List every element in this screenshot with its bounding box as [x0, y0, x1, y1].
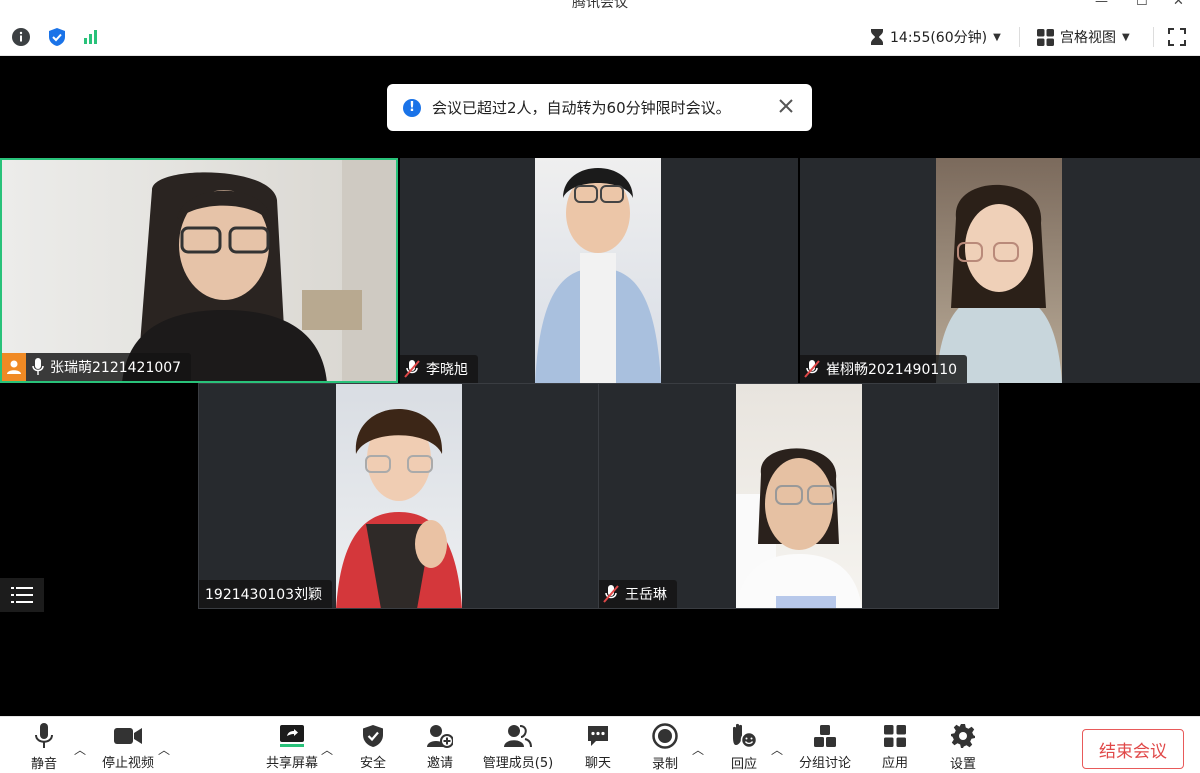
- top-toolbar: 14:55(60分钟) ▼ 宫格视图 ▼: [0, 18, 1200, 56]
- participant-nametag: 1921430103刘颖: [199, 580, 333, 608]
- microphone-icon: [35, 723, 53, 748]
- participant-nametag: 王岳琳: [599, 580, 677, 608]
- participant-name: 1921430103刘颖: [205, 587, 323, 603]
- person-silhouette: [936, 184, 1062, 383]
- network-signal-icon[interactable]: [80, 26, 102, 48]
- person-silhouette: [336, 409, 462, 608]
- mute-label: 静音: [30, 757, 57, 772]
- window-title: 腾讯会议: [572, 0, 628, 11]
- view-mode-dropdown[interactable]: 宫格视图 ▼: [1037, 27, 1130, 47]
- participant-video: [2, 160, 396, 381]
- chevron-down-icon: ▼: [1122, 31, 1130, 43]
- apps-label: 应用: [881, 756, 908, 771]
- stop-video-label: 停止视频: [101, 756, 154, 771]
- chat-button[interactable]: 聊天: [560, 723, 636, 771]
- participant-nametag: 李晓旭: [400, 355, 478, 383]
- settings-button[interactable]: 设置: [925, 723, 1001, 772]
- participant-list-toggle[interactable]: [0, 578, 44, 612]
- gear-icon: [951, 724, 975, 748]
- window-titlebar: 腾讯会议 — ☐ ✕: [0, 0, 1200, 18]
- record-icon: [652, 723, 678, 749]
- muted-microphone-icon: [603, 585, 619, 603]
- stop-video-button[interactable]: 停止视频: [90, 723, 166, 771]
- chat-bubble-icon: [588, 725, 608, 746]
- video-tile-wang[interactable]: 王岳琳: [598, 383, 999, 609]
- apps-button[interactable]: 应用: [857, 723, 933, 771]
- participant-name: 崔栩畅2021490110: [826, 362, 958, 378]
- end-meeting-button[interactable]: 结束会议: [1082, 729, 1184, 769]
- participant-name: 李晓旭: [426, 362, 468, 378]
- timer-text: 14:55(60分钟): [890, 30, 988, 46]
- info-icon[interactable]: [10, 26, 32, 48]
- settings-label: 设置: [949, 757, 976, 772]
- alert-icon: !: [403, 98, 421, 117]
- notice-text: 会议已超过2人，自动转为60分钟限时会议。: [432, 99, 731, 117]
- fullscreen-icon[interactable]: [1166, 26, 1188, 48]
- breakout-rooms-button[interactable]: 分组讨论: [787, 723, 863, 771]
- security-shield-icon[interactable]: [46, 26, 68, 48]
- audio-options-arrow-icon[interactable]: ︿: [74, 741, 86, 758]
- react-options-arrow-icon[interactable]: ︿: [771, 741, 783, 758]
- minimize-icon[interactable]: —: [1095, 0, 1108, 9]
- person-silhouette: [535, 168, 661, 383]
- grid-view-icon: [1037, 28, 1054, 46]
- list-icon: [11, 587, 33, 603]
- raise-hand-emoji-icon: [733, 723, 758, 749]
- person-silhouette: [122, 160, 396, 381]
- close-notice-icon[interactable]: [774, 94, 798, 118]
- muted-microphone-icon: [804, 360, 820, 378]
- participant-nametag: 张瑞萌2121421007: [2, 353, 192, 381]
- chevron-down-icon: ▼: [993, 31, 1001, 43]
- video-tile-liu[interactable]: 1921430103刘颖: [198, 383, 599, 609]
- host-badge-icon: [2, 353, 26, 381]
- divider: [1153, 27, 1154, 47]
- manage-members-button[interactable]: 管理成员(5): [473, 723, 563, 771]
- hourglass-icon: [871, 29, 883, 45]
- share-screen-icon: [280, 724, 304, 747]
- shield-icon: [363, 724, 383, 747]
- breakout-rooms-label: 分组讨论: [798, 756, 851, 771]
- close-window-icon[interactable]: ✕: [1173, 0, 1184, 9]
- video-tile-cui[interactable]: 崔栩畅2021490110: [800, 158, 1200, 383]
- participant-video: [336, 384, 462, 608]
- participant-name: 张瑞萌2121421007: [50, 360, 182, 376]
- chat-label: 聊天: [584, 756, 611, 771]
- bottom-toolbar: 静音 ︿ 停止视频 ︿ 共享屏幕 ︿ 安全 邀请 管理成员(5) 聊天 录制 ︿…: [0, 716, 1200, 773]
- maximize-icon[interactable]: ☐: [1136, 0, 1148, 9]
- security-label: 安全: [359, 756, 386, 771]
- participant-name: 王岳琳: [625, 587, 667, 603]
- meeting-limit-notice: ! 会议已超过2人，自动转为60分钟限时会议。: [387, 84, 812, 131]
- record-label: 录制: [651, 757, 678, 772]
- participant-video: [535, 158, 661, 383]
- mute-button[interactable]: 静音: [6, 723, 82, 772]
- video-tile-zhang[interactable]: 张瑞萌2121421007: [0, 158, 398, 383]
- video-options-arrow-icon[interactable]: ︿: [158, 741, 170, 758]
- meeting-timer[interactable]: 14:55(60分钟) ▼: [870, 27, 1001, 47]
- participant-nametag: 崔栩畅2021490110: [800, 355, 968, 383]
- participant-video: [736, 384, 862, 608]
- divider: [1019, 27, 1020, 47]
- video-camera-icon: [114, 727, 142, 744]
- muted-microphone-icon: [404, 360, 420, 378]
- security-button[interactable]: 安全: [335, 723, 411, 771]
- apps-grid-icon: [884, 724, 906, 747]
- participant-video: [936, 158, 1062, 383]
- share-options-arrow-icon[interactable]: ︿: [321, 741, 333, 758]
- share-screen-label: 共享屏幕: [265, 756, 318, 771]
- members-icon: [504, 724, 532, 747]
- invite-button[interactable]: 邀请: [402, 723, 478, 771]
- breakout-rooms-icon: [814, 724, 836, 747]
- react-label: 回应: [730, 757, 757, 772]
- record-options-arrow-icon[interactable]: ︿: [692, 741, 704, 758]
- invite-label: 邀请: [426, 756, 453, 771]
- share-screen-button[interactable]: 共享屏幕: [254, 723, 330, 771]
- microphone-icon: [32, 358, 44, 375]
- invite-user-icon: [427, 724, 453, 748]
- person-silhouette: [736, 448, 862, 608]
- manage-members-label: 管理成员(5): [482, 756, 554, 771]
- view-mode-label: 宫格视图: [1060, 30, 1116, 46]
- video-tile-li[interactable]: 李晓旭: [400, 158, 798, 383]
